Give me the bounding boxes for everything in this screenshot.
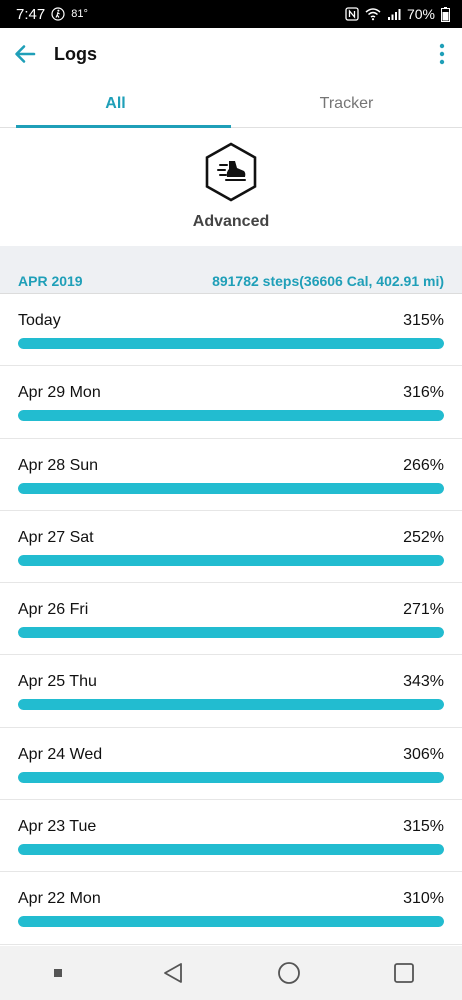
log-percentage: 310% bbox=[403, 890, 444, 908]
nav-recents-button[interactable] bbox=[374, 946, 434, 1000]
page-title: Logs bbox=[54, 43, 97, 64]
log-percentage: 252% bbox=[403, 528, 444, 546]
month-total: 891782 steps(36606 Cal, 402.91 mi) bbox=[212, 272, 444, 289]
walking-icon bbox=[51, 7, 65, 21]
progress-fill bbox=[18, 771, 444, 783]
signal-icon bbox=[387, 9, 401, 20]
log-row[interactable]: Apr 28 Sun 266% bbox=[0, 439, 462, 511]
arrow-left-icon bbox=[15, 45, 36, 63]
nav-back-button[interactable] bbox=[143, 946, 203, 1000]
log-row[interactable]: Apr 23 Tue 315% bbox=[0, 800, 462, 873]
log-percentage: 315% bbox=[403, 818, 444, 836]
log-row[interactable]: Apr 22 Mon 310% bbox=[0, 872, 462, 945]
square-dot-icon bbox=[53, 969, 62, 977]
progress-bar bbox=[18, 844, 444, 856]
tab-bar: All Tracker bbox=[0, 80, 462, 128]
log-date-label: Apr 23 Tue bbox=[18, 818, 97, 836]
square-recents-icon bbox=[394, 963, 415, 983]
log-date-label: Apr 24 Wed bbox=[18, 745, 103, 763]
battery-icon bbox=[441, 6, 450, 22]
nav-extra-button[interactable] bbox=[28, 946, 88, 1000]
more-options-button[interactable] bbox=[422, 28, 462, 80]
progress-fill bbox=[18, 916, 444, 928]
progress-fill bbox=[18, 844, 444, 856]
log-date-label: Apr 26 Fri bbox=[18, 601, 89, 619]
more-vert-icon bbox=[439, 43, 445, 65]
log-percentage: 316% bbox=[403, 384, 444, 402]
progress-fill bbox=[18, 482, 444, 494]
triangle-back-icon bbox=[164, 963, 183, 983]
system-nav-bar bbox=[0, 946, 462, 1000]
log-row[interactable]: Apr 27 Sat 252% bbox=[0, 511, 462, 584]
month-summary: APR 2019 891782 steps(36606 Cal, 402.91 … bbox=[0, 268, 462, 294]
progress-bar bbox=[18, 482, 444, 494]
log-row[interactable]: Apr 29 Mon 316% bbox=[0, 366, 462, 439]
mode-label: Advanced bbox=[192, 213, 270, 230]
month-label: APR 2019 bbox=[18, 272, 83, 289]
log-date-label: Apr 27 Sat bbox=[18, 528, 94, 546]
status-temperature: 81° bbox=[71, 8, 88, 20]
log-percentage: 306% bbox=[403, 745, 444, 763]
tab-all[interactable]: All bbox=[0, 80, 231, 128]
progress-bar bbox=[18, 627, 444, 639]
log-date-label: Apr 28 Sun bbox=[18, 456, 99, 474]
log-percentage: 271% bbox=[403, 601, 444, 619]
mode-header: Advanced bbox=[0, 128, 462, 246]
section-divider bbox=[0, 246, 462, 268]
log-percentage: 266% bbox=[403, 456, 444, 474]
log-row[interactable]: Today 315% bbox=[0, 294, 462, 367]
status-bar: 7:47 81° 70% bbox=[0, 0, 462, 28]
log-percentage: 315% bbox=[403, 312, 444, 329]
log-list: Today 315% Apr 29 Mon 316% Apr 28 Sun 266% Apr… bbox=[0, 294, 462, 945]
progress-bar bbox=[18, 338, 444, 349]
log-date-label: Apr 22 Mon bbox=[18, 890, 101, 908]
log-row[interactable]: Apr 25 Thu 343% bbox=[0, 655, 462, 728]
progress-bar bbox=[18, 554, 444, 566]
log-row[interactable]: Apr 26 Fri 271% bbox=[0, 583, 462, 656]
progress-bar bbox=[18, 410, 444, 422]
progress-bar bbox=[18, 771, 444, 783]
app-bar: Logs bbox=[0, 28, 462, 80]
progress-fill bbox=[18, 627, 444, 639]
log-percentage: 343% bbox=[403, 673, 444, 691]
circle-home-icon bbox=[277, 962, 300, 984]
nfc-icon bbox=[345, 7, 359, 21]
progress-fill bbox=[18, 699, 444, 711]
wifi-icon bbox=[365, 8, 381, 21]
battery-percentage: 70% bbox=[406, 6, 435, 22]
log-row[interactable]: Apr 24 Wed 306% bbox=[0, 728, 462, 801]
progress-bar bbox=[18, 699, 444, 711]
tab-tracker[interactable]: Tracker bbox=[231, 80, 462, 127]
progress-bar bbox=[18, 916, 444, 928]
nav-home-button[interactable] bbox=[259, 946, 319, 1000]
back-button[interactable] bbox=[0, 28, 50, 80]
log-date-label: Today bbox=[18, 312, 61, 329]
status-time: 7:47 bbox=[16, 5, 46, 23]
progress-fill bbox=[18, 554, 444, 566]
log-date-label: Apr 29 Mon bbox=[18, 384, 101, 402]
log-date-label: Apr 25 Thu bbox=[18, 673, 97, 691]
progress-fill bbox=[18, 338, 444, 349]
progress-fill bbox=[18, 410, 444, 422]
shoe-hexagon-icon bbox=[205, 142, 257, 202]
